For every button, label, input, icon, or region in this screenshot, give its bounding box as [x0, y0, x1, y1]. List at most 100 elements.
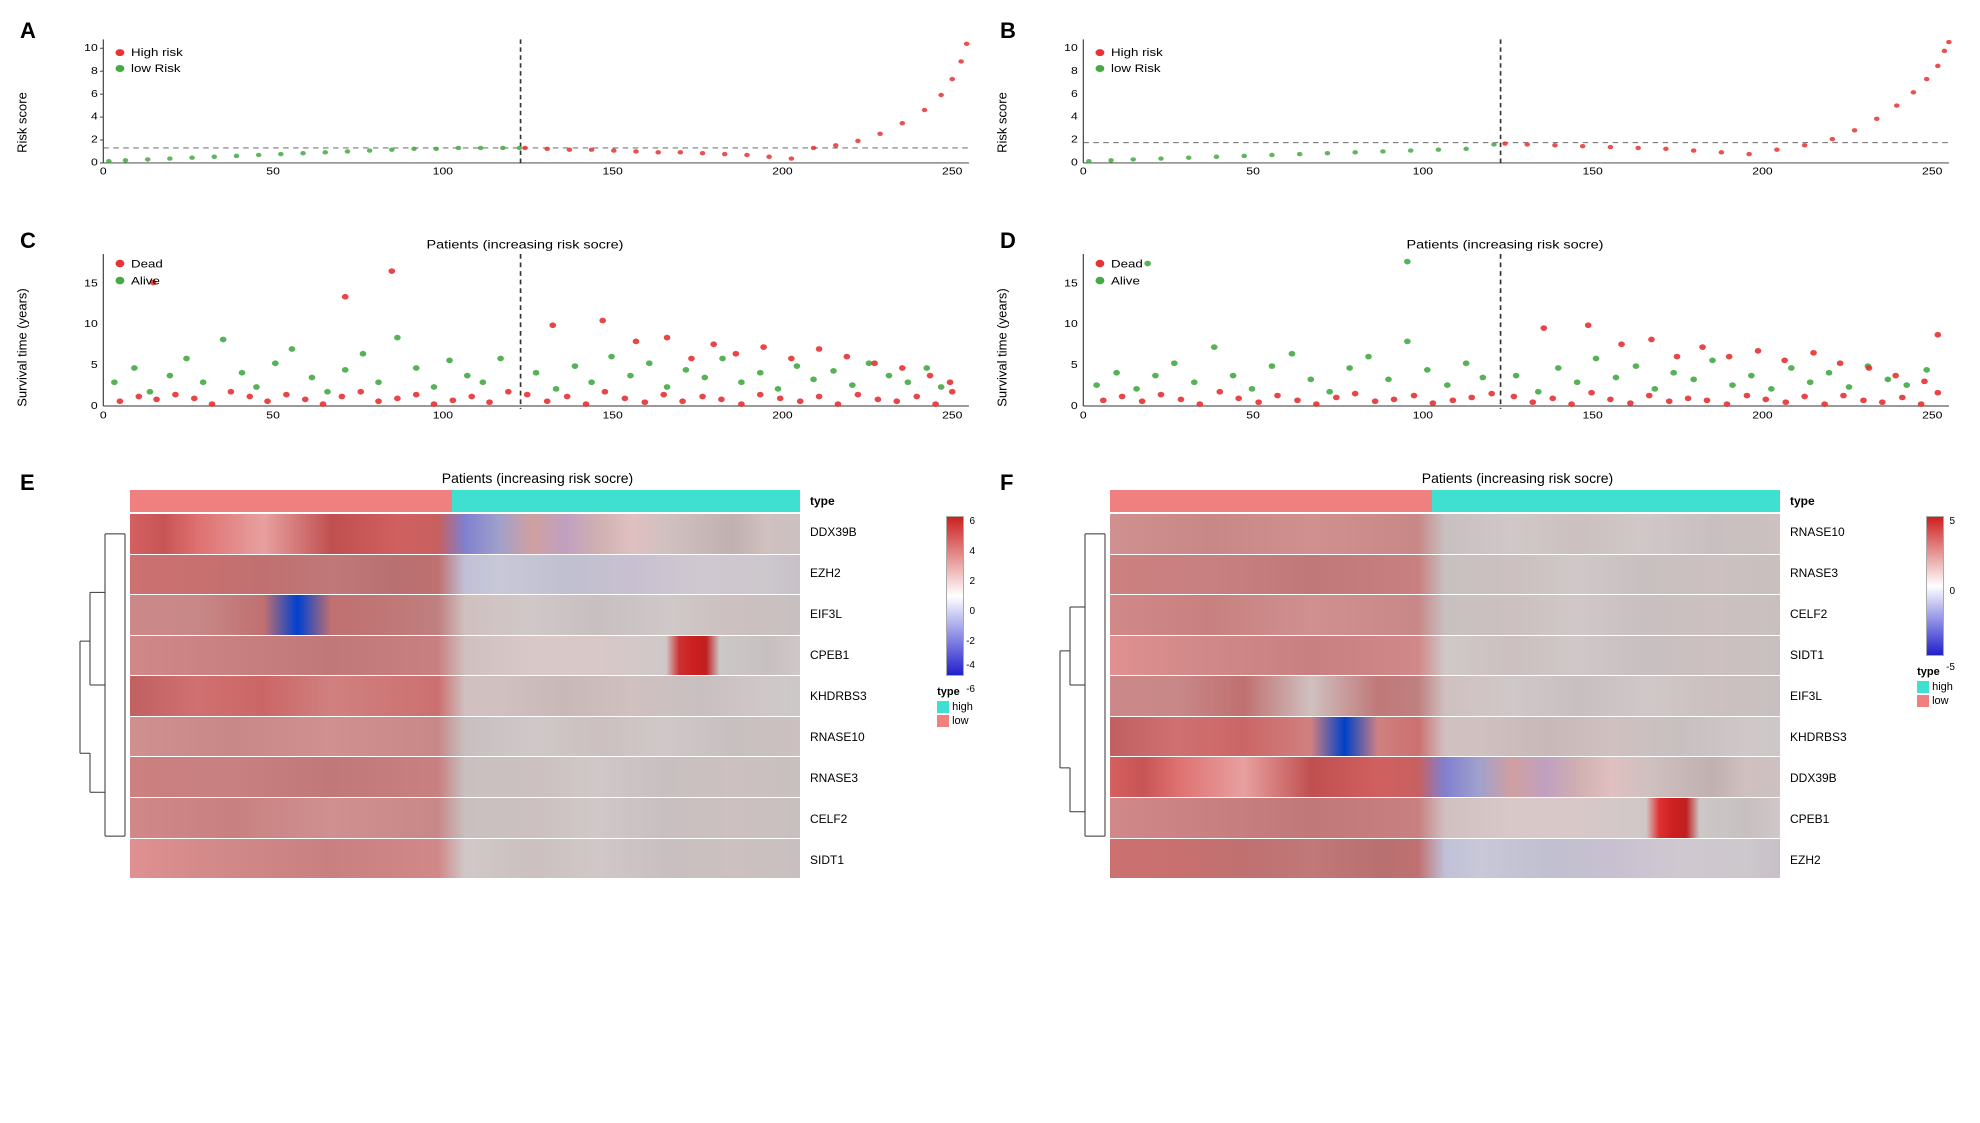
gene-label-f-sidt1: SIDT1	[1790, 648, 1824, 662]
type-high-f	[1110, 490, 1432, 512]
chart-c: Patients (increasing risk socre) 0 5 10 …	[70, 235, 980, 425]
panel-f-label: F	[1000, 470, 1013, 496]
svg-text:High risk: High risk	[131, 46, 184, 58]
row-f-ezh2	[1110, 839, 1780, 879]
chart-d: Patients (increasing risk socre) 0 5 10 …	[1050, 235, 1960, 425]
type-bar-e	[130, 490, 800, 512]
svg-text:Dead: Dead	[1111, 257, 1143, 270]
panel-e: E Patients (increasing risk socre)	[10, 460, 990, 910]
svg-text:250: 250	[942, 166, 962, 177]
gene-label-f-cpeb1: CPEB1	[1790, 812, 1829, 826]
gene-label-f-celf2: CELF2	[1790, 607, 1827, 621]
panel-b: B Risk score 0 2 4 6 8 10 0 50 100 150 2…	[990, 10, 1970, 220]
gene-label-rnase3: RNASE3	[810, 771, 858, 785]
row-f-celf2	[1110, 595, 1780, 635]
svg-text:200: 200	[1752, 166, 1772, 177]
gene-label-rnase10: RNASE10	[810, 730, 865, 744]
row-f-cpeb1	[1110, 798, 1780, 838]
svg-text:2: 2	[1071, 135, 1078, 146]
chart-a: 0 2 4 6 8 10 0 50 100 150 200 250	[70, 35, 980, 185]
svg-text:50: 50	[266, 410, 280, 421]
svg-text:0: 0	[91, 158, 98, 169]
svg-text:4: 4	[91, 112, 98, 123]
svg-text:Dead: Dead	[131, 257, 163, 270]
type-low-f	[1432, 490, 1780, 512]
panel-b-label: B	[1000, 18, 1016, 44]
svg-text:6: 6	[91, 89, 98, 100]
svg-text:10: 10	[1064, 43, 1078, 54]
panel-d: D Survival time (years) Patients (increa…	[990, 220, 1970, 460]
svg-text:6: 6	[1071, 89, 1078, 100]
row-eif3l	[130, 595, 800, 635]
row-rnase3	[130, 757, 800, 797]
panel-c: C Survival time (years) Patients (increa…	[10, 220, 990, 460]
panel-f-dendrogram	[1055, 490, 1110, 880]
gene-label-f-khdrbs3: KHDRBS3	[1790, 730, 1847, 744]
type-high-e	[130, 490, 452, 512]
panel-a-label: A	[20, 18, 36, 44]
svg-text:Alive: Alive	[131, 274, 160, 287]
type-label-e: type	[805, 490, 930, 512]
svg-text:100: 100	[433, 410, 453, 421]
row-f-rnase3	[1110, 555, 1780, 595]
panel-a-yaxis: Risk score	[15, 92, 30, 153]
svg-text:150: 150	[602, 410, 622, 421]
gene-labels-f: RNASE10 RNASE3 CELF2 SIDT1 EIF3L KHDRBS3…	[1785, 512, 1910, 880]
panel-e-right: type DDX39B EZH2 EIF3L CPEB1 KHDRBS3 RNA…	[800, 490, 930, 880]
panel-e-dendrogram	[75, 490, 130, 880]
colorscale-bar-e	[946, 516, 964, 676]
colorscale-e: 6 4 2 0 -2 -4 -6 type high low	[930, 490, 980, 880]
svg-text:0: 0	[1071, 158, 1078, 169]
svg-text:0: 0	[91, 401, 98, 412]
svg-text:50: 50	[1246, 410, 1260, 421]
gene-label-khdrbs3: KHDRBS3	[810, 689, 867, 703]
gene-label-f-ezh2: EZH2	[1790, 853, 1821, 867]
gene-label-f-rnase10: RNASE10	[1790, 525, 1845, 539]
svg-text:Alive: Alive	[1111, 274, 1140, 287]
svg-text:10: 10	[84, 43, 98, 54]
gene-label-f-ddx39b: DDX39B	[1790, 771, 1837, 785]
svg-text:150: 150	[602, 166, 622, 177]
colorscale-f: 5 0 -5 type high low	[1910, 490, 1960, 880]
svg-text:High risk: High risk	[1111, 46, 1164, 58]
gene-label-ddx39b: DDX39B	[810, 525, 857, 539]
svg-text:Patients (increasing risk socr: Patients (increasing risk socre)	[1407, 237, 1604, 251]
gene-label-celf2: CELF2	[810, 812, 847, 826]
colorscale-bar-f	[1926, 516, 1944, 656]
svg-text:100: 100	[433, 166, 453, 177]
svg-text:10: 10	[1064, 319, 1078, 330]
svg-text:low Risk: low Risk	[131, 62, 182, 74]
svg-text:0: 0	[100, 166, 107, 177]
svg-text:150: 150	[1582, 410, 1602, 421]
gene-label-eif3l: EIF3L	[810, 607, 842, 621]
panel-b-yaxis: Risk score	[995, 92, 1010, 153]
row-f-sidt1	[1110, 636, 1780, 676]
svg-text:100: 100	[1413, 166, 1433, 177]
panel-e-title: Patients (increasing risk socre)	[75, 470, 980, 486]
panel-a: A Risk score 0 2 4 6 8 10 0 50 100 150 2…	[10, 10, 990, 220]
type-bar-f	[1110, 490, 1780, 512]
svg-text:5: 5	[91, 360, 98, 371]
type-low-e	[452, 490, 800, 512]
row-f-khdrbs3	[1110, 717, 1780, 757]
svg-text:150: 150	[1582, 166, 1602, 177]
svg-text:50: 50	[266, 166, 280, 177]
chart-b: 0 2 4 6 8 10 0 50 100 150 200 250	[1050, 35, 1960, 185]
row-celf2	[130, 798, 800, 838]
gene-label-sidt1: SIDT1	[810, 853, 844, 867]
svg-text:15: 15	[1064, 278, 1078, 289]
panel-f: F Patients (increasing risk socre)	[990, 460, 1970, 910]
heatmap-f-rows	[1110, 514, 1780, 878]
svg-text:5: 5	[1071, 360, 1078, 371]
row-f-eif3l	[1110, 676, 1780, 716]
svg-text:10: 10	[84, 319, 98, 330]
row-cpeb1	[130, 636, 800, 676]
panel-c-yaxis: Survival time (years)	[15, 288, 30, 406]
svg-text:0: 0	[1080, 410, 1087, 421]
svg-text:250: 250	[942, 410, 962, 421]
svg-text:100: 100	[1413, 410, 1433, 421]
row-rnase10	[130, 717, 800, 757]
svg-text:low Risk: low Risk	[1111, 62, 1162, 74]
type-label-f: type	[1785, 490, 1910, 512]
svg-text:250: 250	[1922, 166, 1942, 177]
